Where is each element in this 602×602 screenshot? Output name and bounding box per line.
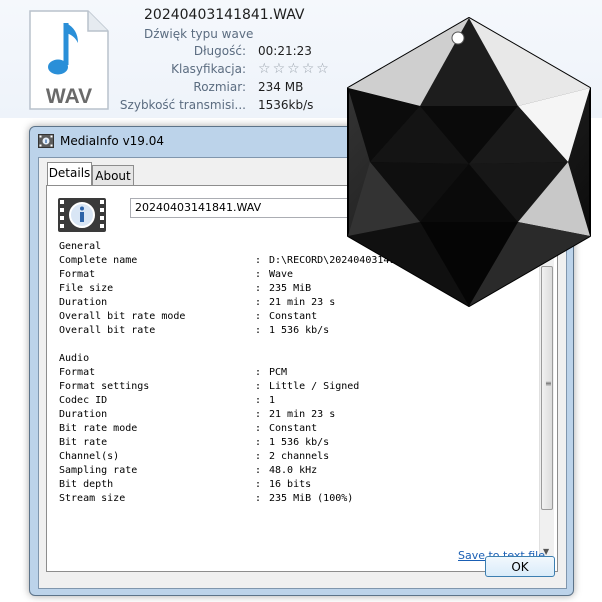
window-title: MediaInfo v19.04: [60, 134, 165, 148]
report-line: Overall bit rate mode: Constant: [59, 310, 529, 324]
report-line: Stream size:235 MiB (100%): [59, 492, 529, 506]
report-key: Stream size: [59, 493, 126, 504]
report-key: Bit rate mode: [59, 423, 138, 434]
report-value: Wave: [269, 269, 294, 280]
report-line: Format: PCM: [59, 366, 529, 380]
prop-label: Długość:: [193, 44, 246, 58]
star-icon[interactable]: ☆: [287, 61, 302, 77]
report-line: Duration:21 min 23 s: [59, 408, 529, 422]
report-value: 235 MiB: [269, 283, 312, 294]
prop-value: 234 MB: [258, 80, 304, 94]
prop-label: Klasyfikacja:: [171, 62, 246, 76]
report-line: Format settings: Little / Signed: [59, 380, 529, 394]
report-value: 1: [269, 395, 276, 406]
report-key: File size: [59, 283, 114, 294]
report-colon: :: [255, 451, 262, 462]
report-key: General: [59, 241, 102, 252]
report-colon: :: [255, 269, 262, 280]
prop-value: 00:21:23: [258, 44, 312, 58]
report-colon: :: [255, 493, 262, 504]
report-line: Audio: [59, 352, 529, 366]
report-colon: :: [255, 479, 262, 490]
report-line: Codec ID:1: [59, 394, 529, 408]
report-line: Bit rate:1 536 kb/s: [59, 436, 529, 450]
report-key: Duration: [59, 409, 108, 420]
report-key: Format: [59, 367, 96, 378]
report-value: 21 min 23 s: [269, 409, 336, 420]
rating-stars[interactable]: ☆☆☆☆☆: [258, 61, 331, 77]
mediainfo-app-icon: [38, 134, 54, 148]
report-value: Constant: [269, 423, 318, 434]
report-line: [59, 338, 529, 352]
prop-value: 1536kb/s: [258, 98, 314, 112]
report-key: Codec ID: [59, 395, 108, 406]
report-key: Overall bit rate mode: [59, 311, 186, 322]
file-name: 20240403141841.WAV: [144, 7, 305, 23]
report-colon: :: [255, 423, 262, 434]
star-icon[interactable]: ☆: [316, 61, 331, 77]
report-key: Duration: [59, 297, 108, 308]
report-colon: :: [255, 297, 262, 308]
report-key: Format: [59, 269, 96, 280]
report-key: Overall bit rate: [59, 325, 156, 336]
report-value: 16 bits: [269, 479, 312, 490]
report-key: Format settings: [59, 381, 150, 392]
report-value: 48.0 kHz: [269, 465, 318, 476]
file-type: Dźwięk typu wave: [144, 27, 254, 41]
star-icon[interactable]: ☆: [302, 61, 317, 77]
ok-button[interactable]: OK: [485, 556, 555, 577]
report-colon: :: [255, 283, 262, 294]
report-value: 1 536 kb/s: [269, 325, 330, 336]
report-value: Little / Signed: [269, 381, 360, 392]
report-colon: :: [255, 437, 262, 448]
report-colon: :: [255, 465, 262, 476]
report-colon: :: [255, 311, 262, 322]
star-icon[interactable]: ☆: [258, 61, 273, 77]
prop-label: Rozmiar:: [193, 80, 246, 94]
report-line: Channel(s):2 channels: [59, 450, 529, 464]
report-key: Sampling rate: [59, 465, 138, 476]
report-line: Overall bit rate:1 536 kb/s: [59, 324, 529, 338]
report-colon: :: [255, 367, 262, 378]
tab-details[interactable]: Details: [47, 162, 92, 185]
report-value: 1 536 kb/s: [269, 437, 330, 448]
tab-about[interactable]: About: [92, 165, 134, 185]
report-value: PCM: [269, 367, 288, 378]
wav-icon-label: WAV: [46, 85, 92, 108]
report-key: Channel(s): [59, 451, 120, 462]
mediainfo-logo-icon: [58, 198, 106, 232]
report-key: Complete name: [59, 255, 138, 266]
report-colon: :: [255, 255, 262, 266]
report-colon: :: [255, 325, 262, 336]
prop-label: Szybkość transmisi...: [119, 98, 246, 112]
report-value: 21 min 23 s: [269, 297, 336, 308]
report-value: Constant: [269, 311, 318, 322]
report-line: Sampling rate:48.0 kHz: [59, 464, 529, 478]
star-icon[interactable]: ☆: [273, 61, 288, 77]
report-colon: :: [255, 409, 262, 420]
report-value: 235 MiB (100%): [269, 493, 354, 504]
hexagon-gem-recorder-image: [347, 17, 591, 307]
wav-file-icon: WAV: [29, 10, 109, 110]
report-line: Bit depth:16 bits: [59, 478, 529, 492]
report-line: Bit rate mode: Constant: [59, 422, 529, 436]
report-key: Bit rate: [59, 437, 108, 448]
report-key: Bit depth: [59, 479, 114, 490]
report-value: 2 channels: [269, 451, 330, 462]
grip-icon: ≡: [545, 379, 552, 388]
report-key: Audio: [59, 353, 90, 364]
report-colon: :: [255, 381, 262, 392]
report-colon: :: [255, 395, 262, 406]
